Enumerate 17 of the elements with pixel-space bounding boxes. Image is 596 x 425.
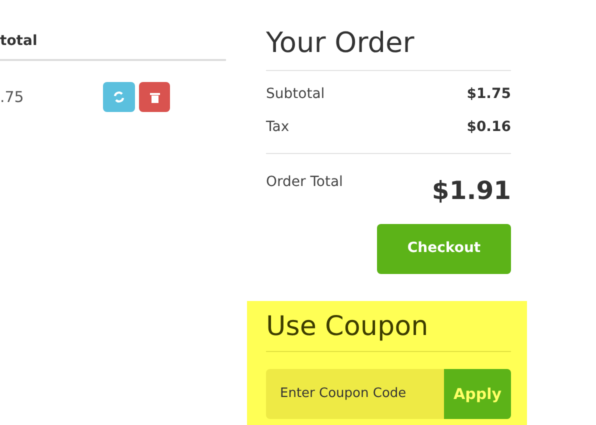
table-cell-text: .75 bbox=[0, 86, 25, 108]
column-heading: total bbox=[0, 32, 38, 51]
summary-label: Subtotal bbox=[266, 85, 325, 104]
refresh-icon bbox=[113, 91, 125, 103]
coupon-input-field[interactable]: Enter Coupon Code bbox=[266, 369, 444, 419]
coupon-title: Use Coupon bbox=[266, 300, 511, 352]
checkout-button[interactable]: Checkout bbox=[377, 224, 511, 274]
total-label: Order Total bbox=[266, 173, 343, 192]
summary-label: Tax bbox=[266, 118, 290, 137]
trash-icon bbox=[150, 92, 160, 102]
delete-button[interactable] bbox=[139, 82, 170, 112]
order-title: Your Order bbox=[266, 0, 511, 71]
refresh-button[interactable] bbox=[103, 82, 135, 112]
summary-value: $1.75 bbox=[466, 85, 511, 104]
summary-value: $0.16 bbox=[466, 118, 511, 137]
apply-button[interactable]: Apply bbox=[444, 369, 511, 419]
total-value: $1.91 bbox=[432, 175, 511, 207]
